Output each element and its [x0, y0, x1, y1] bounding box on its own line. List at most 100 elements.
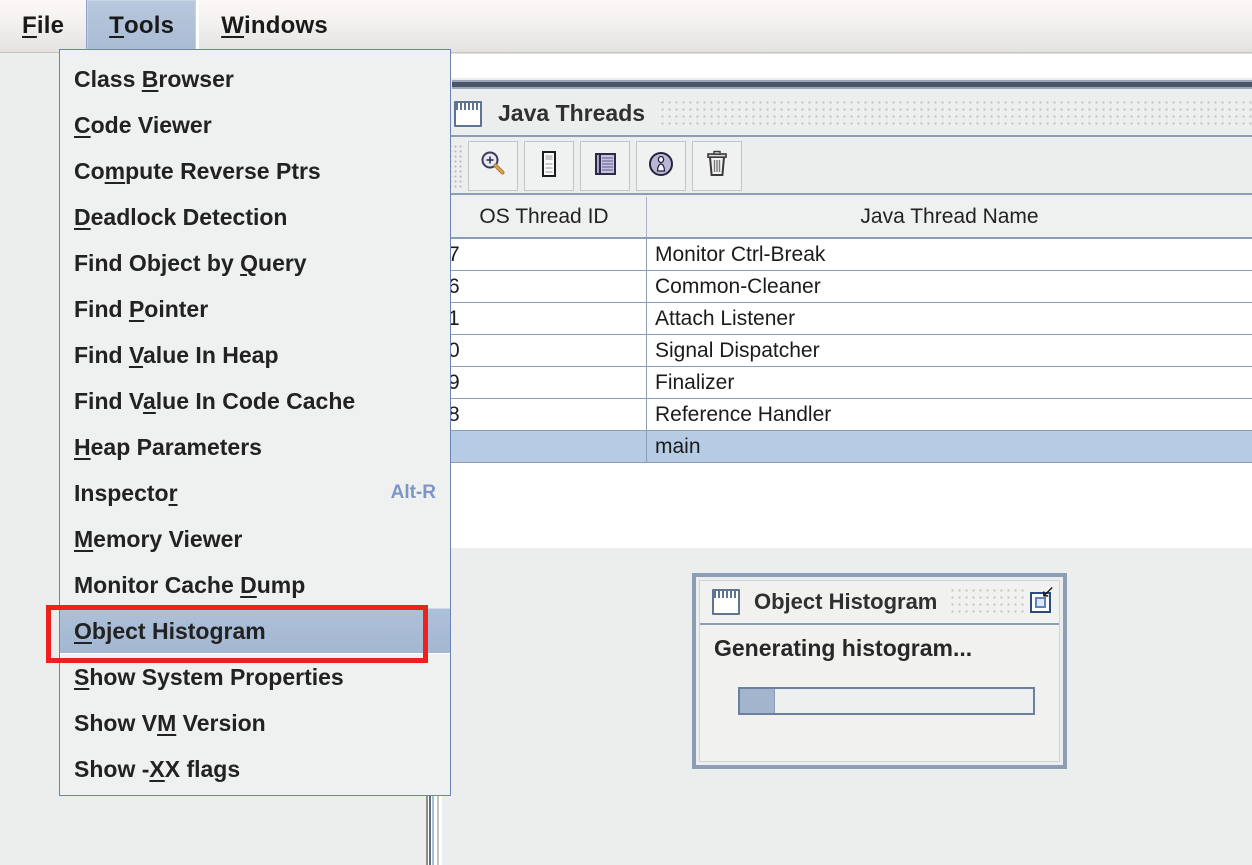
menu-item-find-value-in-code-cache[interactable]: Find Value In Code Cache [60, 378, 450, 424]
menu-item-label: Monitor Cache Dump [74, 571, 306, 598]
tools-dropdown-menu: Class Browser Code Viewer Compute Reverse … [59, 49, 451, 796]
cell-os-thread-id: 9 [442, 367, 647, 398]
menu-item-label: Object Histogram [74, 617, 266, 644]
menu-item-monitor-cache-dump[interactable]: Monitor Cache Dump [60, 562, 450, 608]
menu-item-show-system-properties[interactable]: Show System Properties [60, 654, 450, 700]
menu-bar: File Tools Windows [0, 0, 1252, 53]
java-threads-table: OS Thread ID Java Thread Name 7 Monitor C… [442, 197, 1252, 548]
delete-button[interactable] [692, 141, 742, 191]
cell-os-thread-id: 7 [442, 239, 647, 270]
menu-item-label: Find Value In Code Cache [74, 387, 356, 414]
menubar-file-rest: ile [36, 12, 65, 39]
table-row[interactable]: 6 Common-Cleaner [442, 271, 1252, 303]
menu-item-find-pointer[interactable]: Find Pointer [60, 286, 450, 332]
menu-item-mnemonic: r [168, 479, 178, 506]
menu-item-label: Show VM Version [74, 709, 266, 736]
menu-item-label: Code Viewer [74, 111, 212, 138]
menu-item-class-browser[interactable]: Class Browser [60, 56, 450, 102]
object-histogram-titlebar[interactable]: Object Histogram ↙ [700, 581, 1059, 625]
progress-bar-fill [740, 689, 776, 713]
resize-handle-icon[interactable]: ↙ [1041, 583, 1055, 600]
menu-item-show-xx-flags[interactable]: Show -XX flags [60, 746, 450, 792]
menu-item-compute-reverse-ptrs[interactable]: Compute Reverse Ptrs [60, 148, 450, 194]
table-header-row: OS Thread ID Java Thread Name [442, 197, 1252, 239]
menubar-item-windows[interactable]: Windows [199, 0, 350, 52]
dialog-titlebar-texture [949, 587, 1026, 617]
table-row[interactable]: 9 Finalizer [442, 367, 1252, 399]
menu-item-mnemonic: V [128, 341, 144, 368]
stack-memory-button[interactable] [580, 141, 630, 191]
notebook-stack-icon [590, 149, 620, 184]
column-header-os-thread-id[interactable]: OS Thread ID [442, 197, 647, 237]
cell-os-thread-id: 6 [442, 271, 647, 302]
menu-item-mnemonic: M [157, 709, 177, 736]
menu-item-label: Memory Viewer [74, 525, 243, 552]
cell-java-thread-name: Finalizer [655, 370, 735, 394]
titlebar-texture [659, 98, 1252, 129]
menu-item-heap-parameters[interactable]: Heap Parameters [60, 424, 450, 470]
menu-item-object-histogram[interactable]: Object Histogram [60, 608, 450, 654]
menu-item-find-value-in-heap[interactable]: Find Value In Heap [60, 332, 450, 378]
cell-java-thread-name: Common-Cleaner [655, 274, 821, 298]
table-body: 7 Monitor Ctrl-Break 6 Common-Cleaner 1 Attac… [442, 239, 1252, 463]
menu-item-mnemonic: M [74, 525, 94, 552]
internal-frame-icon [454, 100, 482, 127]
menu-item-mnemonic: C [74, 111, 91, 138]
menu-item-mnemonic: D [240, 571, 257, 598]
java-threads-title: Java Threads [498, 100, 646, 126]
cell-java-thread-name: Signal Dispatcher [655, 338, 820, 362]
thread-info-icon [646, 149, 676, 184]
cell-java-thread-name: Reference Handler [655, 402, 832, 426]
cell-java-thread-name: main [655, 434, 701, 458]
menu-item-mnemonic: B [141, 65, 159, 92]
menu-item-memory-viewer[interactable]: Memory Viewer [60, 516, 450, 562]
app-window: File Tools Windows Java Threads OS Threa… [0, 0, 1252, 865]
dialog-frame-icon [712, 589, 740, 615]
menu-item-label: Class Browser [74, 65, 234, 92]
menu-item-mnemonic: P [128, 295, 145, 322]
inspect-thread-button[interactable] [468, 141, 518, 191]
menu-item-mnemonic: H [74, 433, 91, 460]
menu-item-code-viewer[interactable]: Code Viewer [60, 102, 450, 148]
menu-item-label: Compute Reverse Ptrs [74, 157, 321, 184]
object-histogram-dialog: Object Histogram ↙ Generating histogram.… [692, 573, 1067, 769]
menu-item-mnemonic: O [74, 617, 92, 644]
menu-item-label: Heap Parameters [74, 433, 262, 460]
memory-button[interactable] [524, 141, 574, 191]
table-row[interactable]: 0 Signal Dispatcher [442, 335, 1252, 367]
menu-item-label: Find Value In Heap [74, 341, 279, 368]
menu-item-mnemonic: m [104, 157, 126, 184]
menu-item-mnemonic: S [74, 663, 90, 690]
menubar-tools-rest: ools [124, 12, 175, 39]
java-threads-toolbar [442, 139, 1252, 195]
menu-item-label: Inspector [74, 479, 178, 506]
status-message: Generating histogram... [714, 635, 973, 661]
java-threads-frame: Java Threads OS Thread ID Java Thread Na… [440, 78, 1252, 548]
object-histogram-inner: Object Histogram ↙ Generating histogram.… [699, 580, 1060, 762]
menu-item-label: Show -XX flags [74, 755, 241, 782]
menu-item-deadlock-detection[interactable]: Deadlock Detection [60, 194, 450, 240]
menu-item-label: Deadlock Detection [74, 203, 288, 230]
column-header-java-thread-name[interactable]: Java Thread Name [647, 197, 1252, 237]
menu-item-mnemonic: X [149, 755, 165, 782]
menubar-tools-mnemonic: T [109, 12, 125, 39]
table-row[interactable]: 8 Reference Handler [442, 399, 1252, 431]
table-row[interactable]: 7 Monitor Ctrl-Break [442, 239, 1252, 271]
cell-os-thread-id: 0 [442, 335, 647, 366]
object-histogram-body: Generating histogram... [700, 625, 1059, 759]
menu-item-inspector[interactable]: Inspector Alt-R [60, 470, 450, 516]
table-row[interactable]: main [442, 431, 1252, 463]
table-row[interactable]: 1 Attach Listener [442, 303, 1252, 335]
cell-os-thread-id: 8 [442, 399, 647, 430]
menubar-windows-mnemonic: W [221, 12, 245, 39]
menubar-item-tools[interactable]: Tools [86, 0, 200, 52]
java-threads-titlebar[interactable]: Java Threads [442, 92, 1252, 137]
object-histogram-title: Object Histogram [754, 589, 938, 614]
menubar-item-file[interactable]: File [0, 0, 86, 52]
menu-item-accelerator: Alt-R [390, 482, 436, 503]
menu-item-show-vm-version[interactable]: Show VM Version [60, 700, 450, 746]
progress-bar [738, 687, 1035, 715]
thread-info-button[interactable] [636, 141, 686, 191]
vertical-splitter[interactable] [426, 795, 442, 865]
menu-item-find-object-by-query[interactable]: Find Object by Query [60, 240, 450, 286]
